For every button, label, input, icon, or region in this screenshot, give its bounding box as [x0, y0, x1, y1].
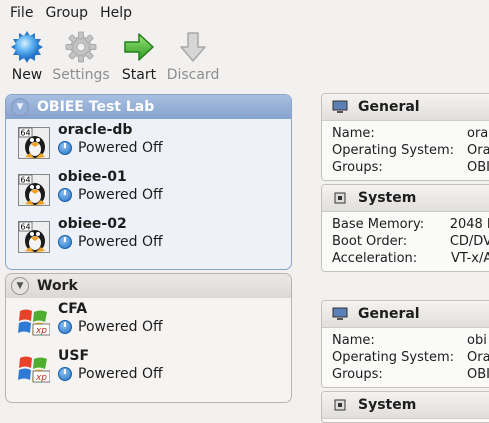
vm-state-text: Powered Off — [78, 319, 163, 335]
chevron-down-icon[interactable]: ▼ — [11, 277, 29, 295]
detail-row: Name: ora — [332, 126, 489, 141]
detail-row: Operating System: Ora — [332, 350, 489, 365]
detail-row: Base Memory:2048 MI — [332, 217, 489, 232]
vm-item[interactable]: 64 oracle-db Powered Off — [6, 119, 291, 166]
group-title: Work — [37, 278, 78, 294]
vm-item[interactable]: 64 obiee-01 Powered Off — [6, 166, 291, 213]
vm-name: USF — [58, 348, 90, 364]
group-title: OBIEE Test Lab — [37, 99, 155, 115]
vm-name: CFA — [58, 301, 88, 317]
vm-item[interactable]: xp CFA Powered Off — [6, 298, 291, 345]
vm-state: Powered Off — [58, 187, 163, 203]
discard-arrow-icon — [180, 32, 206, 62]
group-obiee-test-lab[interactable]: ▼ OBIEE Test Lab 64 oracle-db Powered Of… — [5, 94, 292, 270]
vm-state-text: Powered Off — [78, 366, 163, 382]
section-title: General — [358, 99, 420, 115]
monitor-icon — [332, 307, 348, 320]
start-arrow-icon — [124, 33, 154, 61]
power-off-icon — [58, 367, 72, 381]
detail-row: Name: obi — [332, 333, 487, 348]
new-label: New — [11, 67, 43, 83]
settings-label: Settings — [52, 67, 110, 83]
linux-64-icon: 64 — [18, 174, 50, 206]
detail-row: Groups: OBI — [332, 367, 489, 382]
svg-text:64: 64 — [20, 129, 30, 138]
details-system: System — [321, 391, 489, 423]
vm-name: obiee-02 — [58, 216, 127, 232]
toolbar: New Settings Start Discard — [0, 27, 489, 87]
section-header[interactable]: System — [322, 392, 489, 419]
vm-name: obiee-01 — [58, 169, 127, 185]
svg-text:xp: xp — [35, 326, 47, 336]
linux-64-icon: 64 — [18, 221, 50, 253]
settings-button[interactable]: Settings — [51, 27, 111, 85]
detail-row: Operating System: Ora — [332, 143, 489, 158]
details-general: General Name: obi Operating System: Ora Gr… — [321, 300, 489, 388]
vm-state-text: Powered Off — [78, 234, 163, 250]
monitor-icon — [332, 100, 348, 113]
detail-row: Boot Order:CD/DVD — [332, 234, 489, 249]
section-header[interactable]: System — [322, 185, 489, 212]
group-work[interactable]: ▼ Work xp CFA Powered Off xp USF Powered… — [5, 273, 292, 403]
details-general: General Name: ora Operating System: Ora Gr… — [321, 93, 489, 181]
vm-state-text: Powered Off — [78, 140, 163, 156]
section-header[interactable]: General — [322, 301, 489, 328]
section-title: System — [358, 397, 417, 413]
svg-text:xp: xp — [35, 373, 47, 383]
start-label: Start — [121, 67, 157, 83]
windows-xp-icon: xp — [18, 309, 50, 336]
vm-state: Powered Off — [58, 319, 163, 335]
section-title: System — [358, 190, 417, 206]
new-button[interactable]: New — [6, 27, 48, 85]
menu-help[interactable]: Help — [94, 5, 138, 21]
linux-64-icon: 64 — [18, 127, 50, 159]
discard-button[interactable]: Discard — [167, 27, 219, 85]
vm-state: Powered Off — [58, 366, 163, 382]
discard-label: Discard — [166, 67, 220, 83]
vm-state-text: Powered Off — [78, 187, 163, 203]
menu-bar: File Group Help — [0, 0, 489, 26]
detail-row: Groups: OBI — [332, 160, 489, 175]
section-header[interactable]: General — [322, 94, 489, 121]
vm-item[interactable]: 64 obiee-02 Powered Off — [6, 213, 291, 260]
windows-xp-icon: xp — [18, 356, 50, 383]
vm-item[interactable]: xp USF Powered Off — [6, 345, 291, 392]
panel-splitter[interactable] — [299, 92, 315, 407]
new-icon — [11, 31, 43, 63]
details-system: System Base Memory:2048 MI Boot Order:CD… — [321, 184, 489, 272]
power-off-icon — [58, 235, 72, 249]
chip-icon — [334, 192, 346, 204]
power-off-icon — [58, 141, 72, 155]
menu-file[interactable]: File — [0, 5, 39, 21]
vm-state: Powered Off — [58, 234, 163, 250]
detail-row: Acceleration:VT-x/AN — [332, 251, 489, 266]
start-button[interactable]: Start — [120, 27, 158, 85]
vm-name: oracle-db — [58, 122, 133, 138]
power-off-icon — [58, 320, 72, 334]
chip-icon — [334, 399, 346, 411]
section-title: General — [358, 306, 420, 322]
svg-text:64: 64 — [20, 223, 30, 232]
vm-state: Powered Off — [58, 140, 163, 156]
group-header[interactable]: ▼ Work — [6, 274, 291, 298]
chevron-down-icon[interactable]: ▼ — [11, 98, 29, 116]
gear-icon — [65, 31, 97, 63]
svg-text:64: 64 — [20, 176, 30, 185]
power-off-icon — [58, 188, 72, 202]
menu-group[interactable]: Group — [39, 5, 94, 21]
group-header[interactable]: ▼ OBIEE Test Lab — [6, 95, 291, 119]
